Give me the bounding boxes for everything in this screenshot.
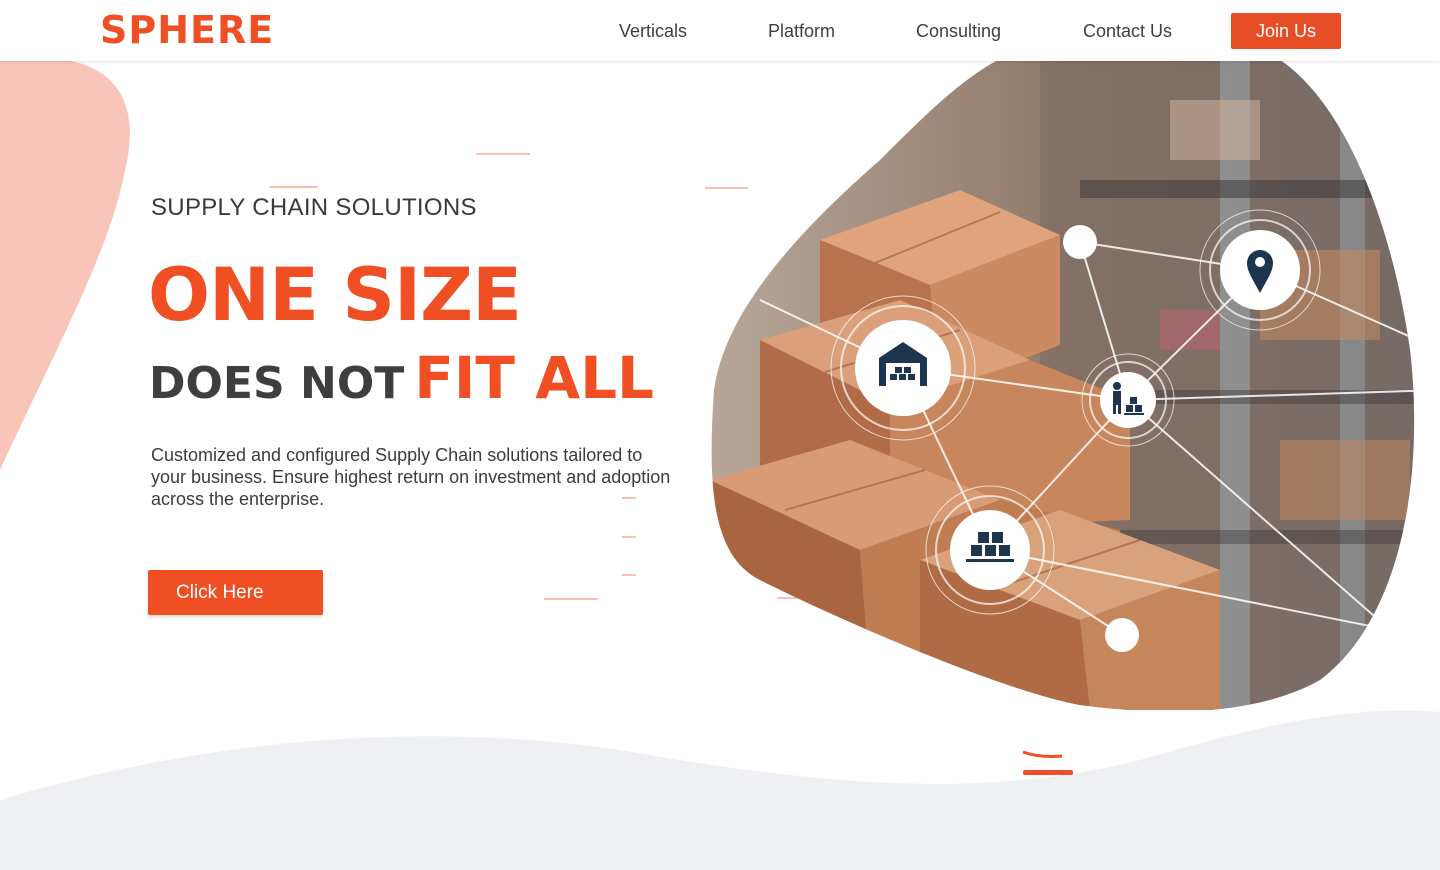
site-header: SPHERE Verticals Platform Consulting Con… — [0, 0, 1440, 61]
headline-accent-text: FIT ALL — [414, 344, 654, 412]
hero-illustration — [711, 60, 1415, 710]
nav-platform[interactable]: Platform — [768, 20, 835, 42]
decor-bar — [1023, 770, 1073, 775]
warehouse-photo — [711, 60, 1415, 710]
peach-blob — [0, 61, 130, 470]
worker-boxes-icon — [1100, 372, 1156, 428]
headline-dark-text: DOES NOT — [149, 358, 405, 409]
main-nav: Verticals Platform Consulting Contact Us… — [0, 0, 1440, 61]
nav-consulting[interactable]: Consulting — [916, 20, 1001, 42]
location-pin-icon — [1220, 230, 1300, 310]
join-us-button[interactable]: Join Us — [1231, 13, 1341, 49]
hero-headline-line2: DOES NOT FIT ALL — [149, 346, 654, 426]
bottom-wave — [0, 710, 1440, 870]
hero-eyebrow: SUPPLY CHAIN SOLUTIONS — [151, 194, 477, 221]
nav-contact-us[interactable]: Contact Us — [1083, 20, 1172, 42]
hero-description: Customized and configured Supply Chain s… — [151, 445, 671, 509]
click-here-button[interactable]: Click Here — [148, 570, 323, 615]
decor-hook — [1022, 750, 1063, 758]
warehouse-icon — [855, 320, 951, 416]
pallet-boxes-icon — [950, 510, 1030, 590]
nav-verticals[interactable]: Verticals — [619, 20, 687, 42]
hero-headline-line1: ONE SIZE — [148, 253, 522, 338]
